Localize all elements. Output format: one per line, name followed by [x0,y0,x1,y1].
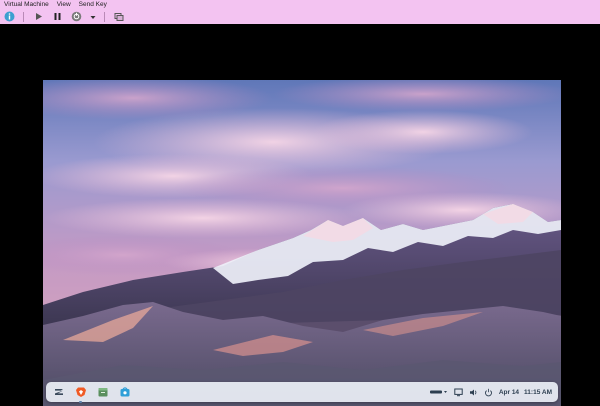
display-icon[interactable] [454,388,463,397]
screenshot-icon[interactable] [113,11,125,23]
keyboard-layout-icon[interactable] [429,388,448,397]
menu-send-key[interactable]: Send Key [79,0,107,9]
menu-virtual-machine[interactable]: Virtual Machine [4,0,49,9]
toolbar-separator [23,11,24,22]
guest-taskbar: Apr 14 11:15 AM [46,382,558,403]
taskbar-apps [46,386,131,403]
info-icon[interactable] [3,11,15,23]
menubar: Virtual Machine View Send Key [0,0,107,9]
zorin-menu-icon[interactable] [52,386,65,399]
power-icon[interactable] [70,11,82,23]
running-indicator [79,400,82,403]
clock[interactable]: Apr 14 11:15 AM [499,389,552,396]
power-icon[interactable] [484,388,493,397]
host-window-chrome: Virtual Machine View Send Key [0,0,600,25]
toolbar-separator [104,11,105,22]
play-icon[interactable] [32,11,44,23]
files-icon[interactable] [96,386,109,399]
pause-icon[interactable] [51,11,63,23]
desktop-wallpaper [43,80,561,406]
taskbar-tray: Apr 14 11:15 AM [429,388,558,397]
guest-desktop[interactable]: Apr 14 11:15 AM [43,80,561,406]
volume-icon[interactable] [469,388,478,397]
vm-display[interactable]: Apr 14 11:15 AM [0,24,600,406]
clock-time: 11:15 AM [524,388,552,396]
software-store-icon[interactable] [118,386,131,399]
toolbar [0,9,125,24]
dropdown-arrow-icon[interactable] [89,11,96,23]
menu-view[interactable]: View [57,0,71,9]
clock-date: Apr 14 [498,388,520,396]
brave-browser-icon[interactable] [74,386,87,403]
